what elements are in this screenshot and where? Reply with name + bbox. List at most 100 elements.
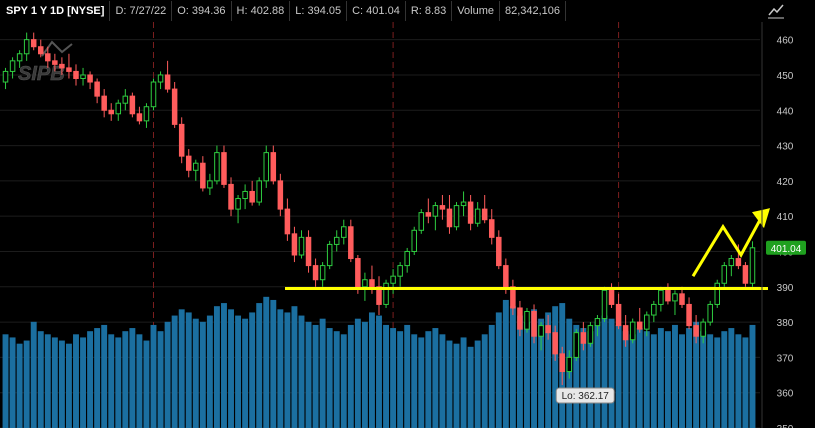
volume-bar bbox=[178, 309, 185, 428]
candle-body bbox=[531, 310, 537, 337]
candle-body bbox=[735, 258, 742, 267]
volume-bar bbox=[122, 331, 129, 428]
candle-body bbox=[622, 325, 629, 341]
volume-bar bbox=[368, 312, 375, 428]
volume-bar bbox=[714, 337, 721, 428]
candle-body bbox=[474, 208, 481, 224]
y-tick-label: 390 bbox=[777, 283, 794, 294]
candle-body bbox=[122, 95, 129, 104]
candle-body bbox=[333, 236, 340, 245]
volume-bar bbox=[439, 334, 446, 428]
volume-bar bbox=[383, 324, 390, 428]
candle-body bbox=[496, 236, 502, 267]
volume-bar bbox=[397, 331, 404, 428]
volume-bar bbox=[347, 324, 354, 428]
candle-body bbox=[52, 60, 58, 65]
volume-bar bbox=[735, 334, 742, 428]
candle-body bbox=[221, 152, 227, 185]
candle-body bbox=[270, 152, 277, 182]
candle-body bbox=[73, 70, 79, 79]
symbol-label[interactable]: SPY 1 Y 1D [NYSE] bbox=[0, 1, 111, 21]
volume-bar bbox=[354, 318, 361, 428]
candle-body bbox=[721, 265, 728, 284]
volume-bar bbox=[460, 337, 467, 428]
volume-bar bbox=[664, 331, 671, 428]
volume-bar bbox=[192, 318, 199, 428]
candle-body bbox=[629, 321, 636, 341]
candle-body bbox=[291, 233, 298, 256]
y-tick-label: 380 bbox=[777, 318, 794, 329]
volume-bar bbox=[242, 318, 249, 428]
volume-bar bbox=[728, 328, 735, 428]
candle-body bbox=[615, 303, 622, 327]
y-tick-label: 430 bbox=[777, 142, 794, 153]
candle-body bbox=[503, 265, 509, 288]
volume-bar bbox=[361, 321, 368, 428]
volume-bar bbox=[488, 324, 495, 428]
candle-body bbox=[348, 226, 354, 260]
volume-bar bbox=[312, 324, 319, 428]
candle-body bbox=[397, 265, 403, 277]
volume-bar bbox=[263, 296, 270, 428]
candle-body bbox=[193, 162, 199, 171]
last-price-tag: 401.04 bbox=[766, 240, 806, 255]
volume-bar bbox=[185, 312, 192, 428]
volume-bar bbox=[411, 334, 418, 428]
volume-bar bbox=[37, 331, 44, 428]
svg-text:SIPB: SIPB bbox=[18, 63, 65, 85]
volume-bar bbox=[474, 340, 481, 428]
y-tick-label: 450 bbox=[777, 71, 794, 82]
volume-bar bbox=[749, 324, 756, 428]
y-tick-label: 370 bbox=[777, 353, 794, 364]
volume-bar bbox=[87, 331, 94, 428]
volume-bar bbox=[108, 334, 115, 428]
volume-bar bbox=[80, 337, 86, 428]
candle-body bbox=[679, 293, 685, 305]
price-chart[interactable]: SIPB 35036037038039040041042043044045046… bbox=[0, 22, 815, 428]
volume-bar bbox=[319, 318, 326, 428]
y-tick-label: 460 bbox=[777, 36, 794, 47]
candle-body bbox=[636, 321, 643, 330]
volume-bar bbox=[291, 306, 298, 428]
candle-body bbox=[319, 265, 326, 281]
candle-body bbox=[460, 201, 467, 207]
volume-bar bbox=[425, 331, 432, 428]
candle-body bbox=[383, 282, 389, 305]
candle-body bbox=[101, 95, 107, 111]
candle-body bbox=[312, 265, 319, 281]
low-label: Lo: 362.17 bbox=[562, 391, 610, 402]
candle-body bbox=[601, 289, 608, 320]
volume-bar bbox=[270, 299, 277, 428]
volume-bar bbox=[235, 315, 242, 428]
volume-bar bbox=[467, 346, 474, 428]
candle-body bbox=[566, 356, 573, 373]
volume-bar bbox=[115, 337, 122, 428]
volume-bar bbox=[524, 321, 530, 428]
volume-bar bbox=[256, 303, 263, 428]
y-tick-label: 440 bbox=[777, 106, 794, 117]
candle-body bbox=[742, 265, 749, 284]
candle-body bbox=[665, 289, 671, 302]
volume-bar bbox=[136, 334, 143, 428]
candle-body bbox=[23, 39, 30, 55]
volume-bar bbox=[509, 306, 516, 428]
volume-bar bbox=[495, 312, 502, 428]
candle-body bbox=[693, 325, 699, 337]
candle-body bbox=[714, 282, 720, 305]
candle-body bbox=[284, 208, 291, 235]
chart-header: SPY 1 Y 1D [NYSE] D: 7/27/22 O: 394.36 H… bbox=[0, 0, 815, 22]
low-callout: Lo: 362.17 bbox=[555, 387, 615, 404]
candle-body bbox=[594, 318, 601, 327]
chart-style-icon[interactable] bbox=[767, 3, 785, 19]
candle-body bbox=[263, 152, 270, 182]
candle-body bbox=[390, 275, 396, 284]
candle-body bbox=[164, 74, 171, 90]
volume-bar bbox=[672, 324, 678, 428]
range-readout: R: 8.83 bbox=[406, 1, 453, 21]
volume-bar bbox=[16, 343, 23, 428]
volume-bar bbox=[326, 328, 333, 428]
candle-body bbox=[298, 236, 305, 256]
volume-bar bbox=[679, 334, 685, 428]
volume-bar bbox=[700, 331, 707, 428]
candle-body bbox=[749, 247, 756, 284]
